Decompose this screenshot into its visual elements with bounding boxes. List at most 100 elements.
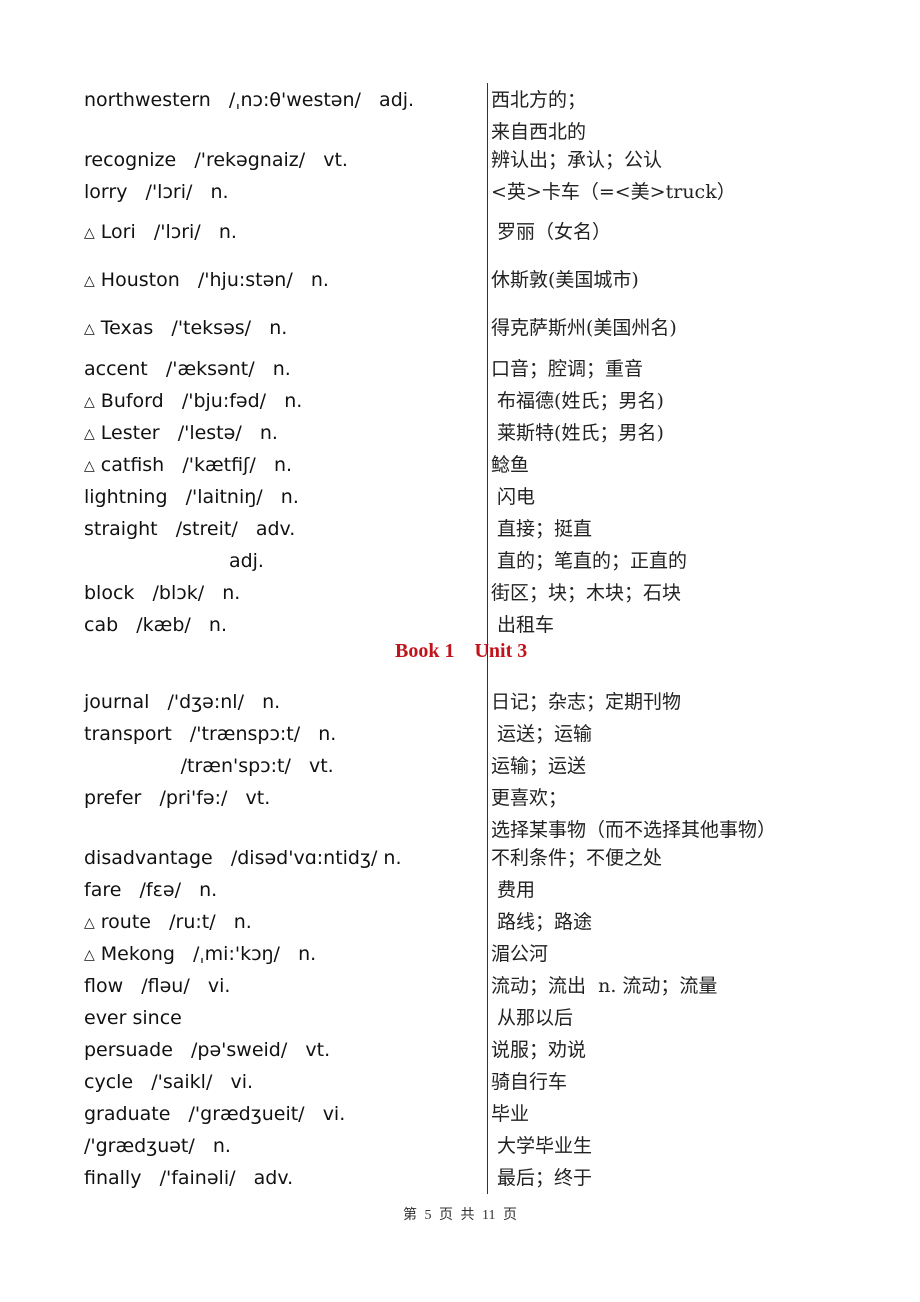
english-term: △ Houston /'hju:stən/ n.	[84, 264, 329, 297]
english-term: ever since	[84, 1002, 182, 1034]
chinese-definition: 毕业	[491, 1103, 530, 1125]
chinese-definition: 直的；笔直的；正直的	[491, 550, 688, 572]
term-text: accent /'æksənt/ n.	[84, 358, 291, 380]
term-text: graduate /'grædʒueit/ vi.	[84, 1103, 346, 1125]
triangle-marker-icon: △	[84, 458, 95, 474]
vocabulary-entry: cab /kæb/ n. 出租车	[0, 609, 920, 641]
chinese-definition: 休斯敦(美国城市)	[491, 269, 639, 291]
english-term: transport /'trænspɔ:t/ n.	[84, 718, 336, 750]
english-term: /'grædʒuət/ n.	[84, 1130, 231, 1162]
vocabulary-entry: △ Houston /'hju:stən/ n. 休斯敦(美国城市)	[0, 264, 920, 296]
vocabulary-entry: transport /'trænspɔ:t/ n. 运送；运输	[0, 718, 920, 750]
vocabulary-entry: △ Texas /'teksəs/ n. 得克萨斯州(美国州名)	[0, 312, 920, 344]
term-text: Buford /'bju:fəd/ n.	[100, 390, 303, 412]
section-heading: Book 1 Unit 3	[395, 640, 528, 662]
chinese-definition: 街区；块；木块；石块	[491, 582, 682, 604]
english-term: recognize /'rekəgnaiz/ vt.	[84, 144, 348, 176]
chinese-definition: 流动；流出 n. 流动；流量	[491, 975, 718, 997]
english-term: /træn'spɔ:t/ vt.	[84, 750, 334, 782]
vocabulary-entry: graduate /'grædʒueit/ vi. 毕业	[0, 1098, 920, 1130]
chinese-definition: 运输；运送	[491, 755, 587, 777]
english-term: △ Lester /'lestə/ n.	[84, 417, 278, 450]
term-text: disadvantage /disəd'vɑ:ntidʒ/ n.	[84, 847, 402, 869]
chinese-definition: 直接；挺直	[491, 518, 593, 540]
term-text: /træn'spɔ:t/ vt.	[84, 755, 334, 777]
vocabulary-entry: △ Lori /'lɔri/ n. 罗丽（女名）	[0, 216, 920, 248]
chinese-definition: 更喜欢；	[491, 787, 568, 809]
english-term: straight /streit/ adv.	[84, 513, 295, 545]
vocabulary-entry: △ Mekong /ˌmi:'kɔŋ/ n. 湄公河	[0, 938, 920, 970]
chinese-definition: 罗丽（女名）	[491, 221, 612, 243]
term-text: route /ru:t/ n.	[100, 911, 252, 933]
term-text: /'grædʒuət/ n.	[84, 1135, 231, 1157]
english-term: lorry /'lɔri/ n.	[84, 176, 229, 208]
term-text: Mekong /ˌmi:'kɔŋ/ n.	[100, 943, 317, 965]
chinese-definition: 大学毕业生	[491, 1135, 593, 1157]
vocabulary-entry: journal /'dʒə:nl/ n. 日记；杂志；定期刊物	[0, 686, 920, 718]
chinese-definition: 最后；终于	[491, 1167, 593, 1189]
term-text: northwestern /ˌnɔ:θ'westən/ adj.	[84, 89, 415, 111]
term-text: cycle /'saikl/ vi.	[84, 1071, 254, 1093]
term-text: journal /'dʒə:nl/ n.	[84, 691, 281, 713]
triangle-marker-icon: △	[84, 273, 95, 289]
term-text: cab /kæb/ n.	[84, 614, 227, 636]
triangle-marker-icon: △	[84, 947, 95, 963]
english-term: cycle /'saikl/ vi.	[84, 1066, 253, 1098]
english-term: △ Lori /'lɔri/ n.	[84, 216, 237, 249]
chinese-definition: 西北方的；	[491, 89, 587, 111]
vocabulary-entry: ever since 从那以后	[0, 1002, 920, 1034]
term-text: straight /streit/ adv.	[84, 518, 296, 540]
term-text: prefer /pri'fə:/ vt.	[84, 787, 271, 809]
chinese-definition: 闪电	[491, 486, 536, 508]
triangle-marker-icon: △	[84, 915, 95, 931]
term-text: flow /fləu/ vi.	[84, 975, 231, 997]
triangle-marker-icon: △	[84, 426, 95, 442]
vocabulary-entry: lorry /'lɔri/ n. <英>卡车（=<美>truck）	[0, 176, 920, 208]
vocabulary-entry: lightning /'laitniŋ/ n. 闪电	[0, 481, 920, 513]
vocabulary-entry: straight /streit/ adv. 直接；挺直	[0, 513, 920, 545]
chinese-definition: 布福德(姓氏；男名)	[491, 390, 664, 412]
chinese-definition: 辨认出；承认；公认	[491, 149, 663, 171]
vocabulary-entry: fare /fɛə/ n. 费用	[0, 874, 920, 906]
english-term: graduate /'grædʒueit/ vi.	[84, 1098, 345, 1130]
chinese-definition: <英>卡车（=<美>truck）	[491, 181, 736, 203]
chinese-definition: 出租车	[491, 614, 555, 636]
chinese-definition: 从那以后	[491, 1007, 574, 1029]
vocabulary-entry: △ catfish /'kætfiʃ/ n. 鲶鱼	[0, 449, 920, 481]
vocabulary-entry: finally /'fainəli/ adv. 最后；终于	[0, 1162, 920, 1194]
term-text: catfish /'kætfiʃ/ n.	[100, 454, 293, 476]
chinese-definition: 说服；劝说	[491, 1039, 587, 1061]
english-term: △ catfish /'kætfiʃ/ n.	[84, 449, 292, 482]
vocabulary-entry: block /blɔk/ n. 街区；块；木块；石块	[0, 577, 920, 609]
vocabulary-entry: disadvantage /disəd'vɑ:ntidʒ/ n. 不利条件；不便之…	[0, 842, 920, 874]
term-text: lorry /'lɔri/ n.	[84, 181, 229, 203]
english-term: block /blɔk/ n.	[84, 577, 240, 609]
chinese-definition: 费用	[491, 879, 536, 901]
vocabulary-entry: adj. 直的；笔直的；正直的	[0, 545, 920, 577]
vocabulary-entry: prefer /pri'fə:/ vt. 更喜欢；	[0, 782, 920, 814]
vocabulary-entry: △ route /ru:t/ n. 路线；路途	[0, 906, 920, 938]
english-term: cab /kæb/ n.	[84, 609, 227, 641]
english-term: △ route /ru:t/ n.	[84, 906, 252, 939]
vocabulary-entry: northwestern /ˌnɔ:θ'westən/ adj. 西北方的；	[0, 84, 920, 116]
english-term: lightning /'laitniŋ/ n.	[84, 481, 299, 513]
english-term: adj.	[84, 545, 264, 577]
vocabulary-entry: /træn'spɔ:t/ vt. 运输；运送	[0, 750, 920, 782]
term-text: recognize /'rekəgnaiz/ vt.	[84, 149, 348, 171]
term-text: Texas /'teksəs/ n.	[100, 317, 288, 339]
vocabulary-entry: /'grædʒuət/ n. 大学毕业生	[0, 1130, 920, 1162]
chinese-definition: 口音；腔调；重音	[491, 358, 644, 380]
chinese-definition: 鲶鱼	[491, 454, 530, 476]
term-text: ever since	[84, 1007, 182, 1029]
term-text: transport /'trænspɔ:t/ n.	[84, 723, 337, 745]
chinese-definition: 湄公河	[491, 943, 549, 965]
chinese-definition: 日记；杂志；定期刊物	[491, 691, 682, 713]
vocabulary-entry: cycle /'saikl/ vi. 骑自行车	[0, 1066, 920, 1098]
english-term: finally /'fainəli/ adv.	[84, 1162, 293, 1194]
english-term: flow /fləu/ vi.	[84, 970, 230, 1002]
vocabulary-entry: accent /'æksənt/ n. 口音；腔调；重音	[0, 353, 920, 385]
triangle-marker-icon: △	[84, 225, 95, 241]
english-term: △ Mekong /ˌmi:'kɔŋ/ n.	[84, 938, 316, 971]
english-term: northwestern /ˌnɔ:θ'westən/ adj.	[84, 84, 414, 116]
chinese-definition: 得克萨斯州(美国州名)	[491, 317, 677, 339]
